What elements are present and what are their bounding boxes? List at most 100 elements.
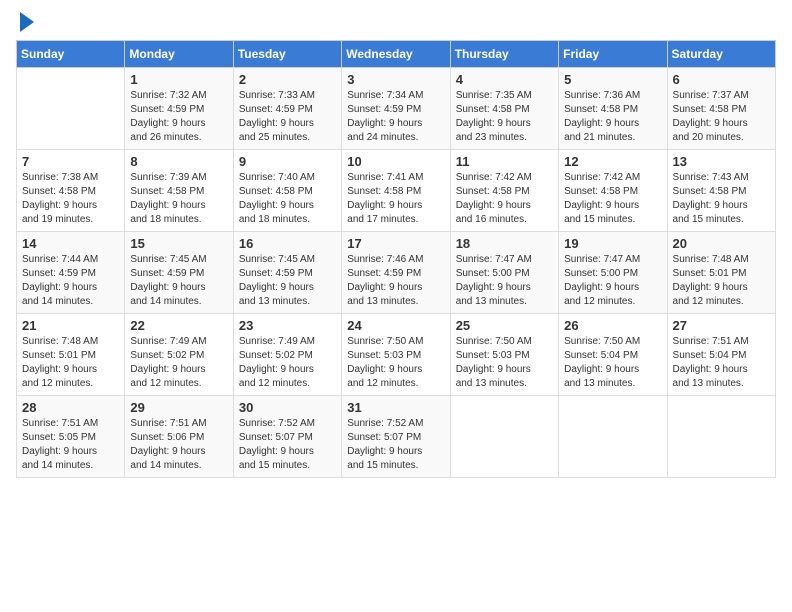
calendar-table: SundayMondayTuesdayWednesdayThursdayFrid… [16, 40, 776, 478]
calendar-cell [17, 68, 125, 150]
day-info: Sunrise: 7:33 AMSunset: 4:59 PMDaylight:… [239, 89, 336, 145]
day-number: 4 [456, 72, 553, 87]
calendar-cell: 16Sunrise: 7:45 AMSunset: 4:59 PMDayligh… [233, 232, 341, 314]
day-info: Sunrise: 7:51 AMSunset: 5:05 PMDaylight:… [22, 417, 119, 473]
day-info: Sunrise: 7:37 AMSunset: 4:58 PMDaylight:… [673, 89, 770, 145]
calendar-cell: 11 Sunrise: 7:42 AMSunset: 4:58 PMDayligh… [450, 150, 558, 232]
calendar-cell: 26Sunrise: 7:50 AMSunset: 5:04 PMDayligh… [559, 314, 667, 396]
day-info: Sunrise: 7:48 AMSunset: 5:01 PMDaylight:… [673, 253, 770, 309]
calendar-cell: 10 Sunrise: 7:41 AMSunset: 4:58 PMDayligh… [342, 150, 450, 232]
calendar-cell: 13Sunrise: 7:43 AMSunset: 4:58 PMDayligh… [667, 150, 775, 232]
calendar-cell: 18Sunrise: 7:47 AMSunset: 5:00 PMDayligh… [450, 232, 558, 314]
calendar-cell: 8 Sunrise: 7:39 AMSunset: 4:58 PMDaylight… [125, 150, 233, 232]
calendar-cell: 23 Sunrise: 7:49 AMSunset: 5:02 PMDayligh… [233, 314, 341, 396]
calendar-header: SundayMondayTuesdayWednesdayThursdayFrid… [17, 41, 776, 68]
calendar-cell: 20 Sunrise: 7:48 AMSunset: 5:01 PMDayligh… [667, 232, 775, 314]
calendar-week-1: 1 Sunrise: 7:32 AMSunset: 4:59 PMDaylight… [17, 68, 776, 150]
calendar-cell: 22 Sunrise: 7:49 AMSunset: 5:02 PMDayligh… [125, 314, 233, 396]
day-info: Sunrise: 7:50 AMSunset: 5:03 PMDaylight:… [347, 335, 444, 391]
day-number: 1 [130, 72, 227, 87]
day-number: 3 [347, 72, 444, 87]
day-info: Sunrise: 7:39 AMSunset: 4:58 PMDaylight:… [130, 171, 227, 227]
calendar-week-3: 14Sunrise: 7:44 AMSunset: 4:59 PMDayligh… [17, 232, 776, 314]
header-cell-friday: Friday [559, 41, 667, 68]
day-info: Sunrise: 7:51 AMSunset: 5:06 PMDaylight:… [130, 417, 227, 473]
header-row: SundayMondayTuesdayWednesdayThursdayFrid… [17, 41, 776, 68]
logo-arrow-icon [20, 12, 34, 32]
calendar-week-5: 28 Sunrise: 7:51 AMSunset: 5:05 PMDayligh… [17, 396, 776, 478]
calendar-week-4: 21Sunrise: 7:48 AMSunset: 5:01 PMDayligh… [17, 314, 776, 396]
day-number: 2 [239, 72, 336, 87]
calendar-cell: 4 Sunrise: 7:35 AMSunset: 4:58 PMDaylight… [450, 68, 558, 150]
day-info: Sunrise: 7:47 AMSunset: 5:00 PMDaylight:… [564, 253, 661, 309]
day-number: 30 [239, 400, 336, 415]
day-info: Sunrise: 7:40 AMSunset: 4:58 PMDaylight:… [239, 171, 336, 227]
day-info: Sunrise: 7:45 AMSunset: 4:59 PMDaylight:… [239, 253, 336, 309]
calendar-cell: 28 Sunrise: 7:51 AMSunset: 5:05 PMDayligh… [17, 396, 125, 478]
day-info: Sunrise: 7:34 AMSunset: 4:59 PMDaylight:… [347, 89, 444, 145]
day-info: Sunrise: 7:38 AMSunset: 4:58 PMDaylight:… [22, 171, 119, 227]
calendar-cell: 6 Sunrise: 7:37 AMSunset: 4:58 PMDaylight… [667, 68, 775, 150]
day-number: 21 [22, 318, 119, 333]
day-info: Sunrise: 7:36 AMSunset: 4:58 PMDaylight:… [564, 89, 661, 145]
logo [16, 16, 34, 32]
day-number: 12 [564, 154, 661, 169]
day-number: 7 [22, 154, 119, 169]
header-cell-monday: Monday [125, 41, 233, 68]
calendar-cell [559, 396, 667, 478]
header-cell-thursday: Thursday [450, 41, 558, 68]
calendar-cell: 2 Sunrise: 7:33 AMSunset: 4:59 PMDaylight… [233, 68, 341, 150]
calendar-cell: 31Sunrise: 7:52 AMSunset: 5:07 PMDayligh… [342, 396, 450, 478]
header-cell-tuesday: Tuesday [233, 41, 341, 68]
calendar-cell: 25 Sunrise: 7:50 AMSunset: 5:03 PMDayligh… [450, 314, 558, 396]
calendar-cell: 29 Sunrise: 7:51 AMSunset: 5:06 PMDayligh… [125, 396, 233, 478]
day-number: 28 [22, 400, 119, 415]
day-number: 29 [130, 400, 227, 415]
calendar-cell: 30 Sunrise: 7:52 AMSunset: 5:07 PMDayligh… [233, 396, 341, 478]
day-info: Sunrise: 7:32 AMSunset: 4:59 PMDaylight:… [130, 89, 227, 145]
day-info: Sunrise: 7:35 AMSunset: 4:58 PMDaylight:… [456, 89, 553, 145]
day-info: Sunrise: 7:42 AMSunset: 4:58 PMDaylight:… [564, 171, 661, 227]
calendar-body: 1 Sunrise: 7:32 AMSunset: 4:59 PMDaylight… [17, 68, 776, 478]
day-info: Sunrise: 7:49 AMSunset: 5:02 PMDaylight:… [130, 335, 227, 391]
calendar-cell: 15 Sunrise: 7:45 AMSunset: 4:59 PMDayligh… [125, 232, 233, 314]
day-number: 8 [130, 154, 227, 169]
day-number: 17 [347, 236, 444, 251]
day-info: Sunrise: 7:50 AMSunset: 5:03 PMDaylight:… [456, 335, 553, 391]
header-cell-saturday: Saturday [667, 41, 775, 68]
calendar-cell: 5 Sunrise: 7:36 AMSunset: 4:58 PMDaylight… [559, 68, 667, 150]
day-number: 9 [239, 154, 336, 169]
day-info: Sunrise: 7:52 AMSunset: 5:07 PMDaylight:… [239, 417, 336, 473]
day-number: 15 [130, 236, 227, 251]
day-number: 20 [673, 236, 770, 251]
calendar-cell: 3 Sunrise: 7:34 AMSunset: 4:59 PMDaylight… [342, 68, 450, 150]
day-number: 24 [347, 318, 444, 333]
day-number: 22 [130, 318, 227, 333]
day-info: Sunrise: 7:46 AMSunset: 4:59 PMDaylight:… [347, 253, 444, 309]
calendar-cell: 17 Sunrise: 7:46 AMSunset: 4:59 PMDayligh… [342, 232, 450, 314]
calendar-week-2: 7 Sunrise: 7:38 AMSunset: 4:58 PMDaylight… [17, 150, 776, 232]
calendar-cell: 24 Sunrise: 7:50 AMSunset: 5:03 PMDayligh… [342, 314, 450, 396]
day-info: Sunrise: 7:43 AMSunset: 4:58 PMDaylight:… [673, 171, 770, 227]
day-number: 23 [239, 318, 336, 333]
day-info: Sunrise: 7:45 AMSunset: 4:59 PMDaylight:… [130, 253, 227, 309]
calendar-cell: 7 Sunrise: 7:38 AMSunset: 4:58 PMDaylight… [17, 150, 125, 232]
calendar-cell: 9 Sunrise: 7:40 AMSunset: 4:58 PMDaylight… [233, 150, 341, 232]
calendar-cell: 12 Sunrise: 7:42 AMSunset: 4:58 PMDayligh… [559, 150, 667, 232]
day-info: Sunrise: 7:50 AMSunset: 5:04 PMDaylight:… [564, 335, 661, 391]
day-info: Sunrise: 7:47 AMSunset: 5:00 PMDaylight:… [456, 253, 553, 309]
day-number: 19 [564, 236, 661, 251]
calendar-cell: 19 Sunrise: 7:47 AMSunset: 5:00 PMDayligh… [559, 232, 667, 314]
day-number: 5 [564, 72, 661, 87]
day-info: Sunrise: 7:42 AMSunset: 4:58 PMDaylight:… [456, 171, 553, 227]
day-number: 10 [347, 154, 444, 169]
day-number: 11 [456, 154, 553, 169]
day-info: Sunrise: 7:41 AMSunset: 4:58 PMDaylight:… [347, 171, 444, 227]
header-cell-wednesday: Wednesday [342, 41, 450, 68]
calendar-cell: 14Sunrise: 7:44 AMSunset: 4:59 PMDayligh… [17, 232, 125, 314]
day-number: 25 [456, 318, 553, 333]
day-number: 6 [673, 72, 770, 87]
calendar-cell [667, 396, 775, 478]
calendar-cell: 21Sunrise: 7:48 AMSunset: 5:01 PMDayligh… [17, 314, 125, 396]
day-info: Sunrise: 7:49 AMSunset: 5:02 PMDaylight:… [239, 335, 336, 391]
